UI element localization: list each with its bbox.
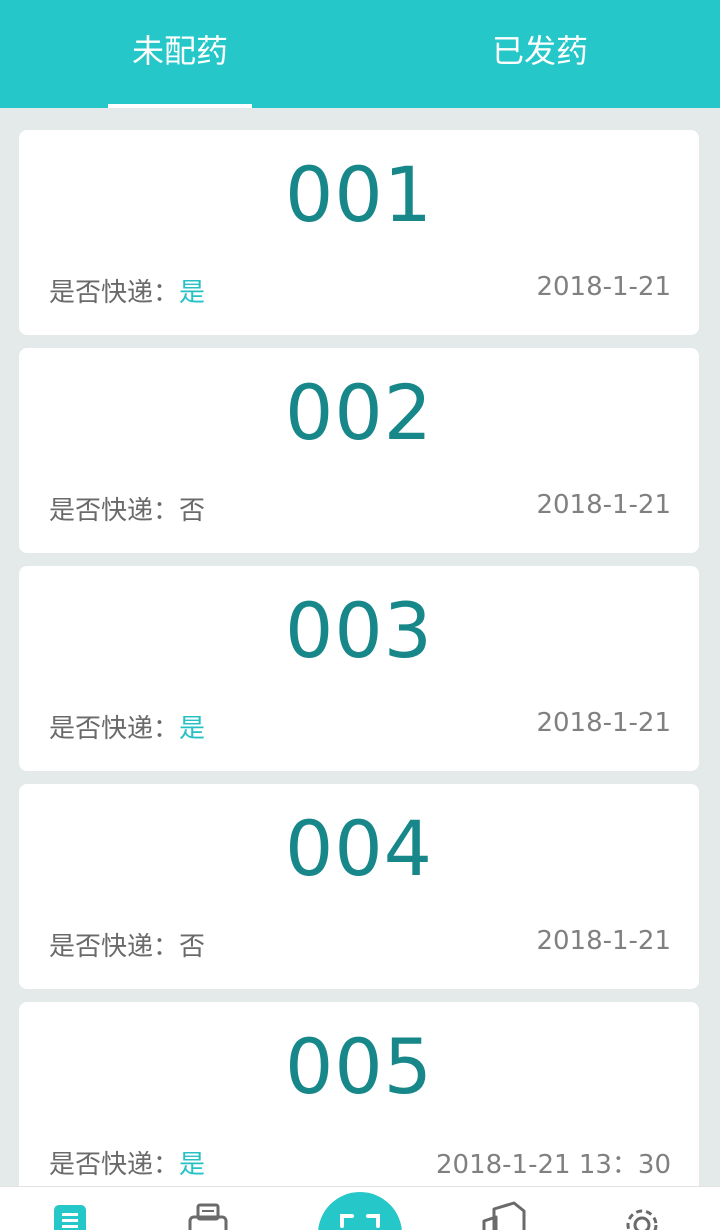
order-list: 001 是否快递：是 2018-1-21 002 是否快递：否 2018-1-2… [19,130,699,1220]
express-label: 是否快递： [49,1150,180,1180]
express-value: 是 [179,714,206,744]
order-number: 004 [284,804,434,893]
scan-button[interactable] [318,1192,402,1230]
nav-settings[interactable] [618,1201,666,1230]
scan-icon [340,1214,380,1228]
express-value: 是 [179,1150,206,1180]
gear-icon [626,1209,658,1230]
nav-document[interactable] [480,1201,528,1230]
order-date: 2018-1-21 [536,708,671,738]
express-info: 是否快递：是 [49,708,205,745]
order-number: 002 [284,368,434,457]
app: 未配药 已发药 001 是否快递：是 2018-1-21 002 是否快递：否 … [0,0,720,1230]
document-icon [482,1201,526,1230]
express-label: 是否快递： [49,496,180,526]
order-date: 2018-1-21 [536,272,671,302]
tab-dispensed[interactable]: 已发药 [360,0,720,108]
printer-icon [188,1203,228,1230]
express-value: 是 [179,278,206,308]
express-info: 是否快递：否 [49,490,205,527]
list-icon [54,1205,86,1230]
nav-list[interactable] [46,1201,94,1230]
order-date: 2018-1-21 13：30 [436,1150,671,1180]
order-number: 003 [284,586,434,675]
order-number: 001 [284,150,434,239]
order-card[interactable]: 002 是否快递：否 2018-1-21 [19,348,699,553]
express-label: 是否快递： [49,278,180,308]
express-value: 否 [179,932,206,962]
express-info: 是否快递：否 [49,926,205,963]
express-label: 是否快递： [49,714,180,744]
express-info: 是否快递：是 [49,1144,205,1181]
express-label: 是否快递： [49,932,180,962]
active-tab-indicator [108,104,252,108]
order-date: 2018-1-21 [536,490,671,520]
order-date: 2018-1-21 [536,926,671,956]
order-card[interactable]: 001 是否快递：是 2018-1-21 [19,130,699,335]
nav-print[interactable] [184,1201,232,1230]
order-card[interactable]: 004 是否快递：否 2018-1-21 [19,784,699,989]
express-info: 是否快递：是 [49,272,205,309]
express-value: 否 [179,496,206,526]
order-card[interactable]: 003 是否快递：是 2018-1-21 [19,566,699,771]
tab-undispensed[interactable]: 未配药 [0,0,360,108]
order-number: 005 [284,1022,434,1111]
order-card[interactable]: 005 是否快递：是 2018-1-21 13：30 [19,1002,699,1207]
tab-label: 已发药 [491,32,588,70]
tab-label: 未配药 [131,32,228,70]
top-tab-bar: 未配药 已发药 [0,0,720,108]
